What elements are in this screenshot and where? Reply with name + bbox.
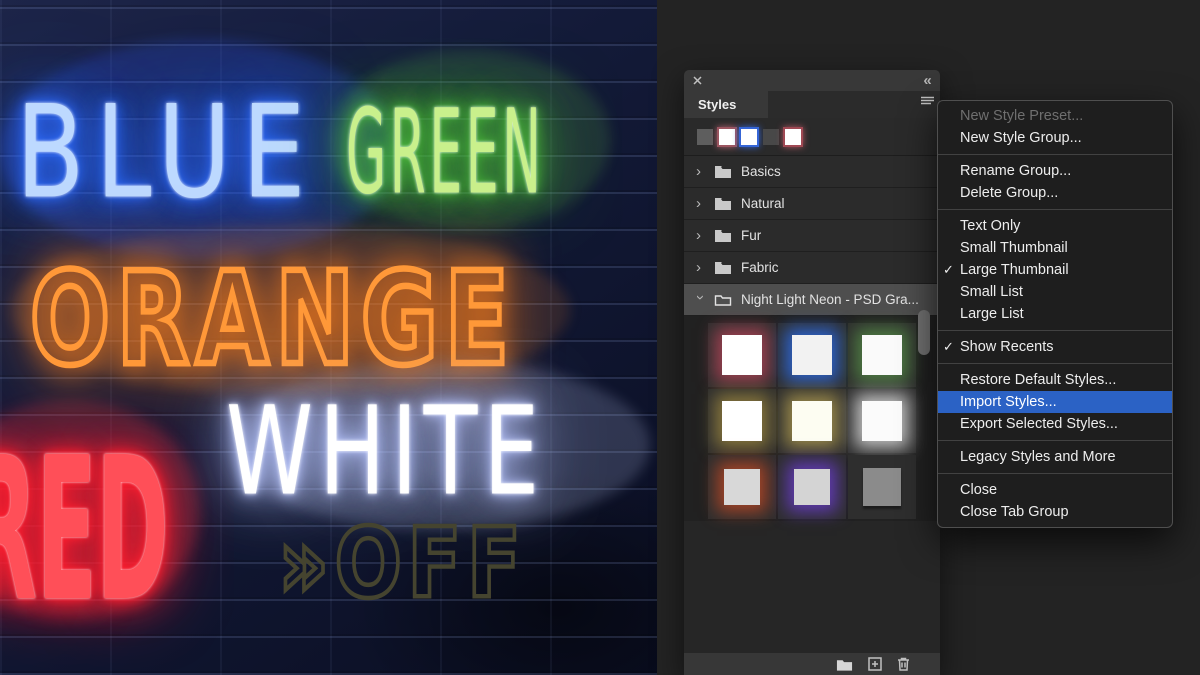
style-thumbnail-grid bbox=[684, 316, 940, 521]
chevron-right-icon: › bbox=[696, 163, 701, 180]
hamburger-icon bbox=[921, 96, 934, 105]
style-thumb-neon-red[interactable] bbox=[708, 323, 776, 387]
menu-separator bbox=[938, 154, 1172, 155]
style-thumb-neon-orange[interactable] bbox=[708, 455, 776, 519]
checkmark-icon: ✓ bbox=[943, 262, 954, 277]
style-swatch bbox=[722, 401, 762, 441]
plus-square-icon bbox=[868, 657, 882, 671]
styles-panel: « Styles › Basics › Natural › Fur › Fabr… bbox=[684, 70, 940, 675]
style-group-fur[interactable]: › Fur bbox=[684, 220, 940, 252]
style-group-fabric[interactable]: › Fabric bbox=[684, 252, 940, 284]
photoshop-workspace: BLUE GREEN ORANGE WHITE RED »OFF « Style… bbox=[0, 0, 1200, 675]
chevron-right-icon: › bbox=[696, 259, 701, 276]
menu-item-legacy-styles-and-more[interactable]: Legacy Styles and More bbox=[938, 446, 1172, 468]
recent-style-swatch[interactable] bbox=[785, 128, 801, 145]
menu-item-new-style-preset: New Style Preset... bbox=[960, 108, 1084, 124]
menu-item-export-selected-styles[interactable]: Export Selected Styles... bbox=[938, 413, 1172, 435]
style-thumb-neon-yellow[interactable] bbox=[778, 389, 846, 453]
styles-panel-menu: New Style Preset... New Style Group... R… bbox=[937, 100, 1173, 528]
folder-icon bbox=[715, 166, 731, 178]
style-group-label: Basics bbox=[741, 164, 781, 179]
chevron-right-icon: › bbox=[696, 195, 701, 212]
tab-styles[interactable]: Styles bbox=[684, 91, 768, 118]
recent-style-swatch[interactable] bbox=[763, 128, 779, 145]
recent-style-swatch[interactable] bbox=[741, 128, 757, 145]
folder-icon bbox=[715, 198, 731, 210]
menu-item-large-thumbnail[interactable]: ✓ Large Thumbnail bbox=[938, 259, 1172, 281]
neon-word-green: GREEN bbox=[346, 84, 545, 221]
panel-menu-button[interactable] bbox=[921, 94, 934, 109]
neon-sign-canvas: BLUE GREEN ORANGE WHITE RED »OFF bbox=[0, 0, 657, 675]
new-folder-icon bbox=[836, 659, 853, 671]
menu-item-text-only[interactable]: Text Only bbox=[938, 215, 1172, 237]
menu-item-small-list[interactable]: Small List bbox=[938, 281, 1172, 303]
style-swatch bbox=[862, 335, 902, 375]
menu-separator bbox=[938, 209, 1172, 210]
close-icon[interactable] bbox=[693, 76, 702, 85]
style-swatch bbox=[792, 335, 832, 375]
menu-item-small-thumbnail[interactable]: Small Thumbnail bbox=[938, 237, 1172, 259]
neon-word-white: WHITE bbox=[226, 380, 546, 523]
style-thumb-neon-white[interactable] bbox=[848, 389, 916, 453]
style-thumb-neon-off[interactable] bbox=[848, 455, 916, 519]
delete-style-button[interactable] bbox=[897, 657, 910, 671]
style-swatch bbox=[722, 335, 762, 375]
style-thumb-neon-green[interactable] bbox=[848, 323, 916, 387]
menu-item-delete-group[interactable]: Delete Group... bbox=[938, 182, 1172, 204]
menu-item-show-recents[interactable]: ✓ Show Recents bbox=[938, 336, 1172, 358]
menu-item-rename-group[interactable]: Rename Group... bbox=[938, 160, 1172, 182]
collapse-panel-icon[interactable]: « bbox=[923, 73, 931, 88]
style-thumb-neon-olive[interactable] bbox=[708, 389, 776, 453]
panel-scrollbar-thumb[interactable] bbox=[918, 310, 930, 355]
menu-item-restore-default-styles[interactable]: Restore Default Styles... bbox=[938, 369, 1172, 391]
menu-item-import-styles[interactable]: Import Styles... bbox=[938, 391, 1172, 413]
recent-style-swatch[interactable] bbox=[697, 128, 713, 145]
new-group-button[interactable] bbox=[836, 658, 853, 671]
trash-icon bbox=[898, 657, 909, 671]
style-group-label: Night Light Neon - PSD Gra... bbox=[741, 292, 919, 307]
style-group-label: Natural bbox=[741, 196, 785, 211]
style-thumb-neon-purple[interactable] bbox=[778, 455, 846, 519]
style-swatch bbox=[794, 469, 830, 505]
tab-styles-label: Styles bbox=[698, 97, 737, 112]
panel-tab-bar: Styles bbox=[684, 91, 940, 118]
menu-separator bbox=[938, 473, 1172, 474]
style-group-basics[interactable]: › Basics bbox=[684, 156, 940, 188]
menu-item-close[interactable]: Close bbox=[938, 479, 1172, 501]
style-group-label: Fur bbox=[741, 228, 762, 243]
panel-header: « bbox=[684, 70, 940, 91]
checkmark-icon: ✓ bbox=[943, 339, 954, 354]
style-group-night-light-neon[interactable]: › Night Light Neon - PSD Gra... bbox=[684, 284, 940, 316]
recent-styles-row bbox=[684, 118, 940, 156]
style-swatch bbox=[724, 469, 760, 505]
style-group-label: Fabric bbox=[741, 260, 779, 275]
neon-word-red: RED bbox=[0, 416, 169, 646]
chevron-down-icon: › bbox=[692, 295, 709, 300]
menu-item-large-list[interactable]: Large List bbox=[938, 303, 1172, 325]
panel-footer-bar bbox=[684, 653, 940, 675]
menu-separator bbox=[938, 330, 1172, 331]
menu-separator bbox=[938, 440, 1172, 441]
menu-separator bbox=[938, 363, 1172, 364]
folder-open-icon bbox=[714, 295, 732, 306]
menu-item-new-style-group[interactable]: New Style Group... bbox=[938, 127, 1172, 149]
style-thumb-neon-blue[interactable] bbox=[778, 323, 846, 387]
folder-icon bbox=[715, 230, 731, 242]
style-swatch bbox=[862, 401, 902, 441]
panel-empty-area bbox=[684, 521, 940, 652]
style-swatch bbox=[792, 401, 832, 441]
neon-word-off: »OFF bbox=[276, 506, 527, 622]
neon-word-orange: ORANGE bbox=[28, 243, 516, 398]
chevron-right-icon: › bbox=[696, 227, 701, 244]
menu-item-close-tab-group[interactable]: Close Tab Group bbox=[938, 501, 1172, 523]
folder-icon bbox=[715, 262, 731, 274]
recent-style-swatch[interactable] bbox=[719, 128, 735, 145]
style-swatch bbox=[863, 468, 901, 506]
style-group-natural[interactable]: › Natural bbox=[684, 188, 940, 220]
new-style-button[interactable] bbox=[868, 657, 882, 671]
neon-word-blue: BLUE bbox=[16, 78, 317, 227]
